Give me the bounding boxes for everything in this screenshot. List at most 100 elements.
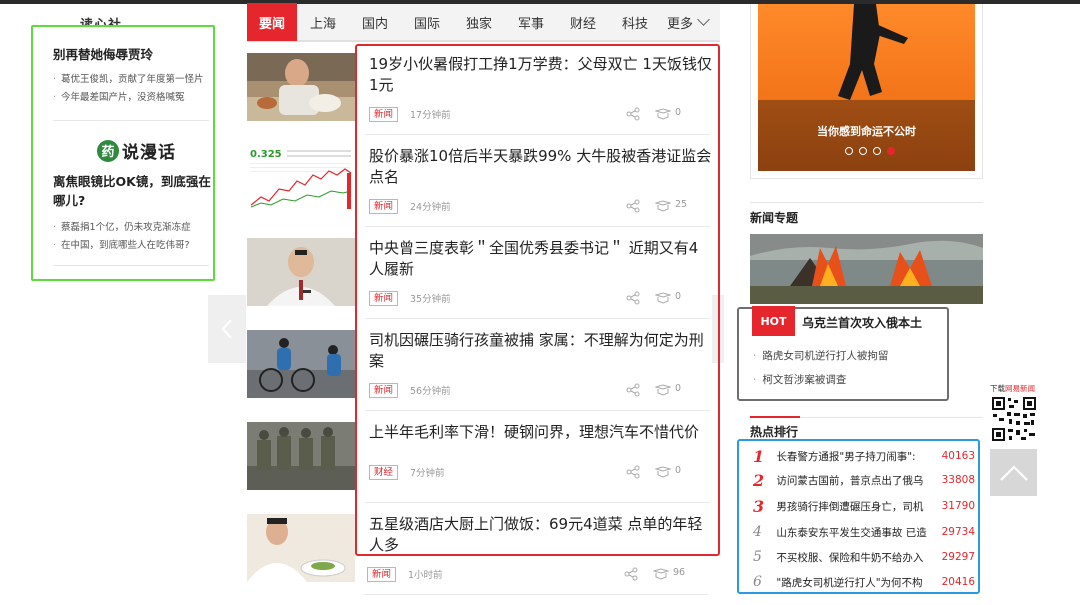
news-tag[interactable]: 新闻 <box>367 566 397 582</box>
news-item[interactable]: 司机因碾压骑行孩童被捕 家属：不理解为何定为刑案 <box>369 330 712 372</box>
chevron-down-icon <box>697 13 710 26</box>
feature-article-title[interactable]: 离焦眼镜比OK镜，到底强在哪儿? <box>53 172 213 210</box>
feature-article-title[interactable]: 别再替她侮辱贾玲 <box>53 44 213 63</box>
news-item[interactable]: 股价暴涨10倍后半天暴跌99% 大牛股被香港证监会点名 <box>369 146 712 188</box>
divider <box>53 120 209 121</box>
rank-title[interactable]: 长春警方通报"男子持刀闹事": <box>776 449 936 464</box>
rank-title[interactable]: 山东泰安东平发生交通事故 已造 <box>776 525 936 540</box>
rank-number: 4 <box>753 524 762 540</box>
share-icon[interactable] <box>626 383 640 397</box>
rank-row[interactable]: 4 山东泰安东平发生交通事故 已造 29734 <box>753 522 975 542</box>
carousel-dot[interactable] <box>845 147 853 155</box>
feature-related-link[interactable]: 葛优王俊凯，贡献了年度第一怪片 <box>53 71 213 85</box>
nav-tab-tech[interactable]: 科技 <box>609 3 661 41</box>
rank-number: 1 <box>753 446 765 466</box>
news-item[interactable]: 上半年毛利率下滑！硬钢问界，理想汽车不惜代价 <box>369 422 712 443</box>
rank-row[interactable]: 3 男孩骑行摔倒遭碾压身亡，司机 31790 <box>753 496 975 516</box>
news-tag[interactable]: 新闻 <box>369 382 399 398</box>
share-icon[interactable] <box>626 199 640 213</box>
qr-code-icon <box>991 396 1037 442</box>
share-icon[interactable] <box>624 567 638 581</box>
rank-title[interactable]: "路虎女司机逆行打人"为何不构 <box>776 575 936 590</box>
news-title[interactable]: 19岁小伙暑假打工挣1万学费：父母双亡 1天饭钱仅1元 <box>369 54 712 96</box>
news-meta: 财经 7分钟前 0 <box>369 464 712 480</box>
news-title[interactable]: 五星级酒店大厨上门做饭：69元4道菜 点单的年轻人多 <box>369 514 712 556</box>
share-icon[interactable] <box>626 107 640 121</box>
news-title[interactable]: 司机因碾压骑行孩童被捕 家属：不理解为何定为刑案 <box>369 330 712 372</box>
feature-related-link[interactable]: 在中国，到底哪些人在吃伟哥? <box>53 237 213 251</box>
news-thumbnail[interactable] <box>247 514 355 582</box>
news-tag[interactable]: 财经 <box>369 464 399 480</box>
news-title[interactable]: 股价暴涨10倍后半天暴跌99% 大牛股被香港证监会点名 <box>369 146 712 188</box>
news-time: 1小时前 <box>408 570 443 581</box>
download-prefix: 下载 <box>990 384 1005 393</box>
rank-row[interactable]: 6 "路虎女司机逆行打人"为何不构 20416 <box>753 572 975 592</box>
rank-row[interactable]: 2 访问蒙古国前，普京点出了俄乌 33808 <box>753 470 975 490</box>
rank-number: 5 <box>753 549 762 565</box>
rank-count: 29297 <box>941 551 976 563</box>
comment-count: 0 <box>675 465 682 476</box>
divider <box>363 594 708 595</box>
feature-related-link[interactable]: 蔡磊捐1个亿，仍未攻克渐冻症 <box>53 219 213 233</box>
rank-row[interactable]: 1 长春警方通报"男子持刀闹事": 40163 <box>753 446 975 466</box>
rank-row[interactable]: 5 不买校服、保险和牛奶不给办入 29297 <box>753 547 975 567</box>
nav-tab-shanghai[interactable]: 上海 <box>297 3 349 41</box>
nav-tab-international[interactable]: 国际 <box>401 3 453 41</box>
comment-icon[interactable] <box>655 200 671 212</box>
news-item[interactable]: 五星级酒店大厨上门做饭：69元4道菜 点单的年轻人多 <box>369 514 712 556</box>
hot-topic-title[interactable]: 乌克兰首次攻入俄本土 <box>802 314 922 331</box>
carousel-dot[interactable] <box>873 147 881 155</box>
nav-tab-yaowen[interactable]: 要闻 <box>247 3 297 41</box>
nav-more-dropdown[interactable]: 更多 <box>667 13 710 32</box>
comment-icon[interactable] <box>655 384 671 396</box>
yaoshuomanhua-logo[interactable]: 药 说漫话 <box>97 138 176 163</box>
comment-icon[interactable] <box>655 108 671 120</box>
news-item[interactable]: 中央曾三度表彰＂全国优秀县委书记＂ 近期又有4人履新 <box>369 238 712 280</box>
left-feature-panel: 别再替她侮辱贾玲 葛优王俊凯，贡献了年度第一怪片 今年最差国产片，没资格喊冤 药… <box>31 25 215 281</box>
divider <box>365 318 710 319</box>
nav-tab-domestic[interactable]: 国内 <box>349 3 401 41</box>
news-title[interactable]: 中央曾三度表彰＂全国优秀县委书记＂ 近期又有4人履新 <box>369 238 712 280</box>
news-time: 35分钟前 <box>410 294 451 305</box>
carousel-dot-active[interactable] <box>887 147 895 155</box>
nav-tab-military[interactable]: 军事 <box>505 3 557 41</box>
share-icon[interactable] <box>626 291 640 305</box>
news-tag[interactable]: 新闻 <box>369 198 399 214</box>
rank-count: 33808 <box>941 474 976 486</box>
qr-code[interactable] <box>991 396 1037 442</box>
carousel-prev-button[interactable] <box>208 295 246 363</box>
news-item[interactable]: 19岁小伙暑假打工挣1万学费：父母双亡 1天饭钱仅1元 <box>369 54 712 96</box>
rank-title[interactable]: 不买校服、保险和牛奶不给办入 <box>776 550 936 565</box>
share-icon[interactable] <box>626 465 640 479</box>
news-thumbnail[interactable] <box>247 238 355 306</box>
news-thumbnail[interactable] <box>247 422 355 490</box>
carousel-dot[interactable] <box>859 147 867 155</box>
comment-icon[interactable] <box>653 568 669 580</box>
topic-link[interactable]: 路虎女司机逆行打人被拘留 <box>753 348 888 363</box>
nav-tab-finance[interactable]: 财经 <box>557 3 609 41</box>
feature-related-link[interactable]: 今年最差国产片，没资格喊冤 <box>53 89 213 103</box>
back-to-top-button[interactable] <box>990 449 1037 496</box>
rank-title[interactable]: 访问蒙古国前，普京点出了俄乌 <box>776 473 936 488</box>
comment-icon[interactable] <box>655 466 671 478</box>
rank-title[interactable]: 男孩骑行摔倒遭碾压身亡，司机 <box>776 499 936 514</box>
nav-tab-exclusive[interactable]: 独家 <box>453 3 505 41</box>
news-thumbnail-stock-chart[interactable]: 0.325 <box>247 145 355 213</box>
news-tag[interactable]: 新闻 <box>369 290 399 306</box>
comment-count: 0 <box>675 107 682 118</box>
news-thumbnail[interactable] <box>247 53 355 121</box>
news-thumbnail[interactable] <box>247 330 355 398</box>
news-meta: 新闻 56分钟前 0 <box>369 382 712 398</box>
topic-photo[interactable] <box>750 234 983 304</box>
hot-ranking-list: 1 长春警方通报"男子持刀闹事": 40163 2 访问蒙古国前，普京点出了俄乌… <box>737 439 980 594</box>
comment-icon[interactable] <box>655 292 671 304</box>
banner-caption[interactable]: 当你感到命运不公时 <box>758 123 975 139</box>
news-tag[interactable]: 新闻 <box>369 106 399 122</box>
download-app-label[interactable]: 下载网易新闻 <box>990 383 1035 394</box>
news-title[interactable]: 上半年毛利率下滑！硬钢问界，理想汽车不惜代价 <box>369 422 712 443</box>
divider <box>750 202 983 203</box>
topic-link[interactable]: 柯文哲涉案被调查 <box>753 372 846 387</box>
news-meta: 新闻 1小时前 96 <box>367 566 710 582</box>
news-time: 17分钟前 <box>410 110 451 121</box>
banner-carousel[interactable]: 当你感到命运不公时 <box>758 4 975 171</box>
